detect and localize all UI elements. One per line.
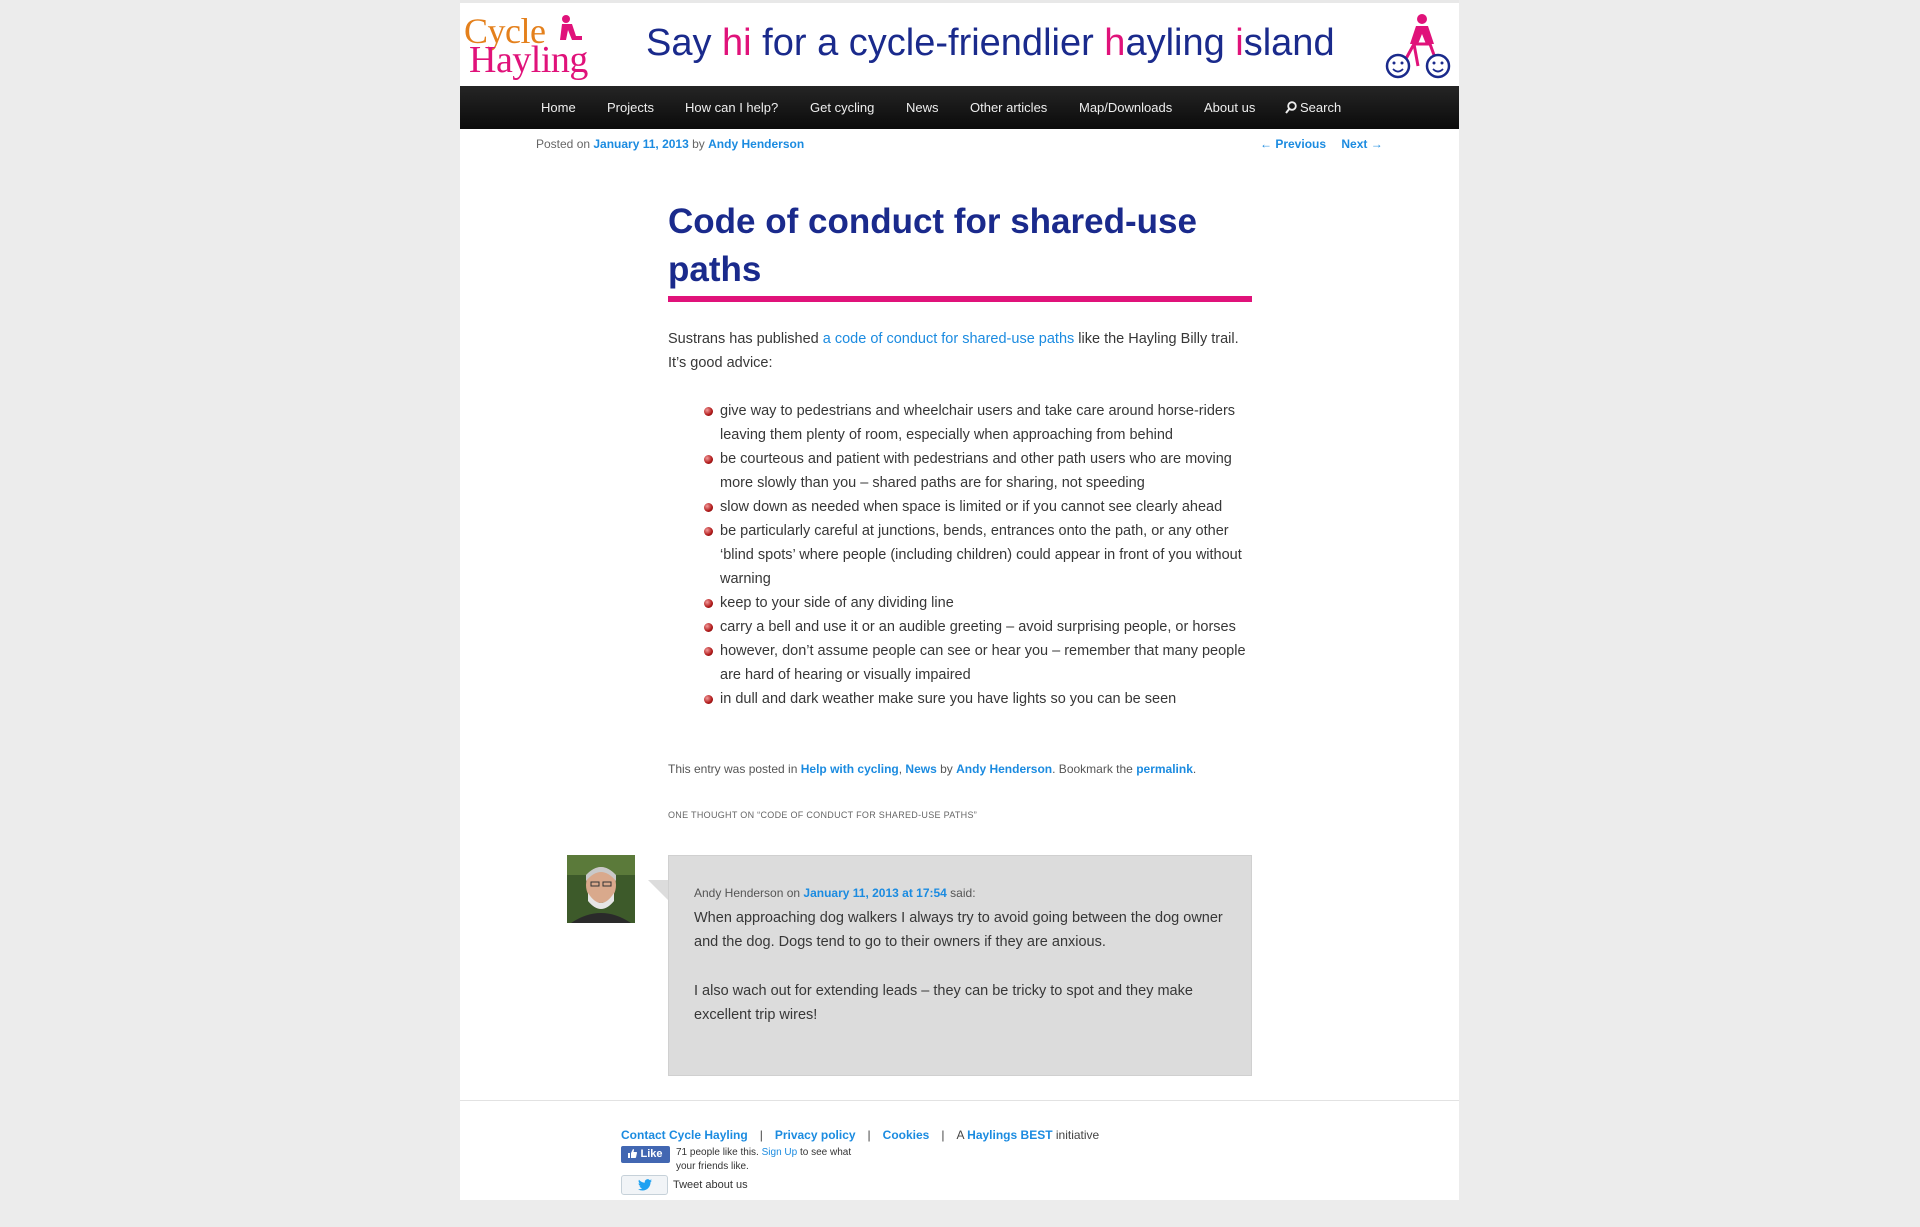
logo-line-2: Hayling (469, 39, 588, 81)
privacy-policy-link[interactable]: Privacy policy (775, 1128, 856, 1142)
thumbs-up-icon (628, 1149, 638, 1158)
separator: | (867, 1128, 871, 1142)
nav-search[interactable]: Search (1285, 86, 1341, 129)
advice-list: give way to pedestrians and wheelchair u… (668, 399, 1258, 711)
entry-meta: This entry was posted in Help with cycli… (668, 762, 1196, 776)
nav-projects[interactable]: Projects (607, 86, 654, 129)
initiative-text: A (956, 1128, 968, 1142)
nav-news[interactable]: News (906, 86, 939, 129)
nav-other-articles[interactable]: Other articles (970, 86, 1047, 129)
comment-date-link[interactable]: January 11, 2013 at 17:54 (803, 886, 946, 900)
by-label: by (688, 137, 709, 151)
site-tagline: Say hi for a cycle-friendlier hayling is… (646, 22, 1335, 65)
list-item: carry a bell and use it or an audible gr… (668, 615, 1258, 639)
comment-author: Andy Henderson (694, 886, 784, 900)
code-of-conduct-link[interactable]: a code of conduct for shared-use paths (823, 331, 1075, 347)
nav-about-us[interactable]: About us (1204, 86, 1255, 129)
comment-meta: Andy Henderson on January 11, 2013 at 17… (694, 886, 976, 900)
facebook-like-button[interactable]: Like (621, 1146, 670, 1163)
search-label: Search (1300, 100, 1342, 115)
comment-paragraph: I also wach out for extending leads – th… (694, 983, 1193, 1023)
category-news-link[interactable]: News (905, 762, 936, 776)
footer-links: Contact Cycle Hayling | Privacy policy | Coo… (621, 1128, 1099, 1142)
initiative-text: initiative (1052, 1128, 1100, 1142)
list-item: in dull and dark weather make sure you h… (668, 687, 1258, 711)
footer-divider (460, 1100, 1459, 1101)
tagline-part: for a cycle-friendlier (751, 22, 1105, 64)
cookies-link[interactable]: Cookies (883, 1128, 930, 1142)
comment-tail (648, 880, 668, 900)
tagline-part: sland (1243, 22, 1335, 64)
next-post-link[interactable]: Next → (1341, 137, 1382, 151)
title-underline (668, 296, 1252, 302)
list-item: slow down as needed when space is limite… (668, 495, 1258, 519)
nav-map-downloads[interactable]: Map/Downloads (1079, 86, 1172, 129)
comment-meta-text: on (783, 886, 804, 900)
posted-on-label: Posted on (536, 137, 594, 151)
post-navigation: ← Previous Next → (1260, 137, 1383, 151)
list-item: give way to pedestrians and wheelchair u… (668, 399, 1258, 447)
nav-how-can-i-help[interactable]: How can I help? (685, 86, 778, 129)
entry-meta-text: . (1192, 762, 1197, 776)
list-item: be courteous and patient with pedestrian… (668, 447, 1258, 495)
entry-author-link[interactable]: Andy Henderson (956, 762, 1052, 776)
tagline-highlight: h (1104, 22, 1126, 64)
post-date-link[interactable]: January 11, 2013 (593, 137, 688, 151)
comment-paragraph: When approaching dog walkers I always tr… (694, 910, 1223, 950)
tweet-button[interactable] (621, 1175, 668, 1195)
comments-heading: ONE THOUGHT ON “CODE OF CONDUCT FOR SHAR… (668, 810, 978, 820)
facebook-count-text: 71 people like this. (676, 1147, 762, 1158)
tagline-highlight: hi (722, 22, 752, 64)
bicycle-rider-icon (1385, 14, 1451, 79)
haylings-best-link[interactable]: Haylings BEST (967, 1128, 1052, 1142)
main-navigation: Home Projects How can I help? Get cyclin… (460, 86, 1459, 129)
facebook-like-label: Like (640, 1148, 663, 1160)
intro-text: Sustrans has published (668, 331, 823, 347)
permalink-link[interactable]: permalink (1136, 762, 1193, 776)
search-icon (1285, 101, 1297, 114)
contact-link[interactable]: Contact Cycle Hayling (621, 1128, 748, 1142)
entry-meta-text: . Bookmark the (1052, 762, 1137, 776)
site-logo[interactable]: Cycle Hayling (464, 8, 604, 84)
separator: | (941, 1128, 945, 1142)
top-border (460, 0, 1459, 3)
category-help-with-cycling-link[interactable]: Help with cycling (801, 762, 899, 776)
article-intro: Sustrans has published a code of conduct… (668, 327, 1258, 375)
commenter-avatar (567, 855, 635, 923)
list-item: keep to your side of any dividing line (668, 591, 1258, 615)
tweet-label: Tweet about us (673, 1179, 748, 1191)
nav-home[interactable]: Home (541, 86, 576, 129)
separator: | (759, 1128, 763, 1142)
nav-get-cycling[interactable]: Get cycling (810, 86, 874, 129)
post-author-link[interactable]: Andy Henderson (708, 137, 804, 151)
comment-meta-text: said: (946, 886, 976, 900)
entry-meta-text: This entry was posted in (668, 762, 801, 776)
twitter-bird-icon (637, 1179, 652, 1191)
facebook-like-text: 71 people like this. Sign Up to see what… (676, 1146, 866, 1174)
facebook-signup-link[interactable]: Sign Up (762, 1147, 798, 1158)
list-item: however, don’t assume people can see or … (668, 639, 1258, 687)
article-title: Code of conduct for shared-use paths (668, 202, 1197, 289)
post-meta: Posted on January 11, 2013 by Andy Hende… (536, 137, 804, 151)
tagline-part: ayling (1125, 22, 1236, 64)
previous-post-link[interactable]: ← Previous (1260, 137, 1326, 151)
tagline-highlight: i (1235, 22, 1244, 64)
tagline-part: Say (646, 22, 723, 64)
list-item: be particularly careful at junctions, be… (668, 519, 1258, 591)
entry-meta-text: by (936, 762, 957, 776)
page: Cycle Hayling Say hi for a cycle-friendl… (460, 0, 1459, 1200)
